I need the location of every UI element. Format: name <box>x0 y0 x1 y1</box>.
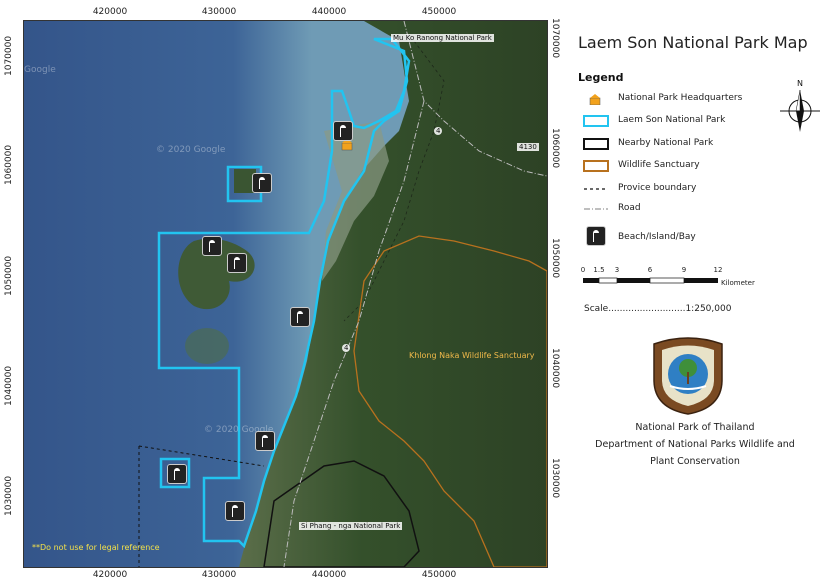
satellite-map[interactable] <box>24 21 547 567</box>
y-tick-left: 1070000 <box>4 35 14 76</box>
scale-tick: 1.5 <box>593 266 605 274</box>
credit-line: National Park of Thailand <box>635 422 755 433</box>
x-tick-top: 430000 <box>201 7 237 17</box>
y-tick-right: 1050000 <box>550 238 560 279</box>
y-tick-left: 1030000 <box>4 475 14 516</box>
legend-label: Provice boundary <box>618 183 697 193</box>
beach-marker[interactable] <box>255 431 275 451</box>
label-khlong-naka: Khlong Naka Wildlife Sanctuary <box>409 351 535 360</box>
scale-bar-graphic <box>583 277 718 284</box>
legend-item-road: Road <box>578 200 778 218</box>
legend-item-nearby-park: Nearby National Park <box>578 135 778 153</box>
label-si-phang-nga: Si Phang - nga National Park <box>299 522 403 530</box>
north-arrow-icon: N <box>780 79 820 132</box>
dashed-line-icon <box>584 188 608 190</box>
legend-item-province-boundary: Provice boundary <box>578 180 778 198</box>
x-tick-bottom: 440000 <box>311 570 347 580</box>
scale-bar: 0 1.5 3 6 9 12 Kilometer <box>580 266 790 296</box>
legend-label: Beach/Island/Bay <box>618 232 696 242</box>
beach-marker[interactable] <box>227 253 247 273</box>
flag-house-icon <box>589 94 601 105</box>
legend-label: Wildlife Sanctuary <box>618 160 700 170</box>
legend-item-wildlife-sanctuary: Wildlife Sanctuary <box>578 157 778 175</box>
beach-icon <box>586 226 606 246</box>
legend-item-headquarters: National Park Headquarters <box>578 90 778 108</box>
boundary-box-icon <box>583 115 609 127</box>
scale-tick: 3 <box>614 266 620 274</box>
legend-label: Road <box>618 203 641 213</box>
national-park-logo <box>653 337 723 415</box>
map-watermark: © 2020 Google <box>156 145 226 155</box>
y-tick-left: 1050000 <box>4 255 14 296</box>
boundary-box-icon <box>583 160 609 172</box>
y-tick-right: 1060000 <box>550 128 560 169</box>
beach-marker[interactable] <box>167 464 187 484</box>
beach-marker[interactable] <box>252 173 272 193</box>
north-label: N <box>797 79 803 88</box>
scale-tick: 6 <box>647 266 653 274</box>
credit-line: Department of National Parks Wildlife an… <box>595 439 795 450</box>
y-tick-right: 1040000 <box>550 348 560 389</box>
map-title: Laem Son National Park Map <box>578 33 808 52</box>
y-tick-left: 1060000 <box>4 144 14 185</box>
beach-marker[interactable] <box>333 121 353 141</box>
legend-item-laem-son: Laem Son National Park <box>578 112 778 130</box>
legend-label: National Park Headquarters <box>618 93 743 103</box>
scale-tick: 9 <box>681 266 687 274</box>
legend-label: Laem Son National Park <box>618 115 726 125</box>
boundary-box-icon <box>583 138 609 150</box>
beach-marker[interactable] <box>202 236 222 256</box>
legend-label: Nearby National Park <box>618 138 714 148</box>
x-tick-bottom: 430000 <box>201 570 237 580</box>
scale-tick: 0 <box>580 266 586 274</box>
y-tick-right: 1030000 <box>550 458 560 499</box>
island-shoal <box>185 328 229 364</box>
map-watermark: Google <box>24 65 56 75</box>
legend-item-beach: Beach/Island/Bay <box>578 226 778 250</box>
x-tick-top: 450000 <box>421 7 457 17</box>
x-tick-bottom: 450000 <box>421 570 457 580</box>
disclaimer-text: **Do not use for legal reference <box>32 543 160 552</box>
label-mu-ko-ranong: Mu Ko Ranong National Park <box>391 34 494 42</box>
scale-ratio: Scale...........................1:250,00… <box>584 304 732 314</box>
y-tick-left: 1040000 <box>4 365 14 406</box>
x-tick-bottom: 420000 <box>92 570 128 580</box>
road-number-badge: 4130 <box>517 143 539 151</box>
y-tick-right: 1070000 <box>550 18 560 59</box>
scale-tick: 12 <box>713 266 723 274</box>
beach-marker[interactable] <box>225 501 245 521</box>
beach-marker[interactable] <box>290 307 310 327</box>
credit-line: Plant Conservation <box>650 456 740 467</box>
legend-heading: Legend <box>578 71 624 84</box>
scale-unit: Kilometer <box>721 279 755 287</box>
x-tick-top: 440000 <box>311 7 347 17</box>
map-panel[interactable]: © 2020 Google Google © 2020 Google Mu Ko… <box>23 20 548 568</box>
x-tick-top: 420000 <box>92 7 128 17</box>
dash-dot-line-icon <box>584 208 608 210</box>
